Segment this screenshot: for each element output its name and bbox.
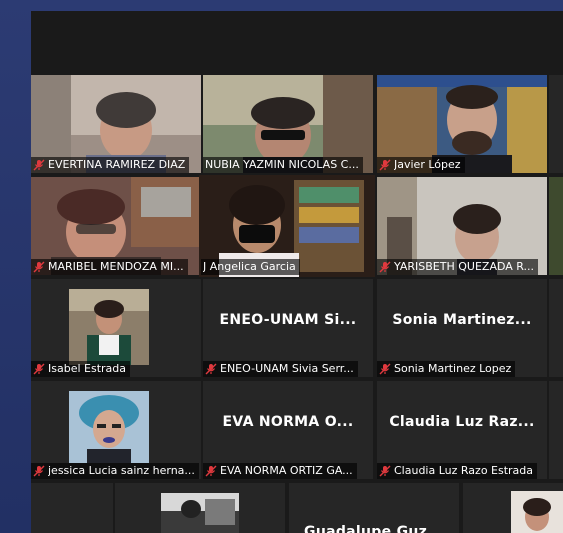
participant-nameplate: ENEO-UNAM Sivia Serr... — [203, 361, 358, 377]
muted-mic-icon — [33, 261, 45, 273]
profile-photo — [69, 391, 149, 463]
muted-mic-icon — [33, 363, 45, 375]
participant-tile[interactable]: EVERTINA RAMIREZ DIAZ — [31, 75, 201, 173]
participant-nameplate: Javier López — [377, 157, 465, 173]
profile-photo — [161, 493, 239, 533]
profile-photo — [511, 491, 563, 533]
desktop-background-top — [0, 0, 563, 11]
participant-nameplate: Claudia Luz Razo Estrada — [377, 463, 538, 479]
desktop-background-left — [0, 0, 31, 533]
muted-mic-icon — [379, 363, 391, 375]
participant-tile[interactable]: Guadalupe Guz... — [289, 483, 459, 533]
participant-tile[interactable]: Sonia Martinez... Sonia Martinez Lopez — [377, 279, 547, 377]
participant-name: Isabel Estrada — [48, 362, 126, 375]
muted-mic-icon — [379, 159, 391, 171]
participant-display-name: Guadalupe Guz... — [304, 524, 444, 533]
participant-tile[interactable]: EVA NORMA O... EVA NORMA ORTIZ GA... — [203, 381, 373, 479]
muted-mic-icon — [33, 465, 45, 477]
participant-display-name: Claudia Luz Raz... — [389, 414, 535, 430]
profile-photo — [69, 289, 149, 365]
partial-tile — [31, 483, 113, 533]
participant-tile[interactable]: jessica Lucia sainz herna... — [31, 381, 201, 479]
participant-tile[interactable]: YARISBETH QUEZADA R... — [377, 177, 547, 275]
top-bar — [31, 11, 563, 73]
muted-mic-icon — [205, 363, 217, 375]
participant-name: YARISBETH QUEZADA R... — [394, 260, 535, 273]
participant-tile[interactable]: ENEO-UNAM Si... ENEO-UNAM Sivia Serr... — [203, 279, 373, 377]
participant-tile[interactable]: NUBIA YAZMIN NICOLAS C... — [203, 75, 373, 173]
participant-name: Sonia Martinez Lopez — [394, 362, 512, 375]
participant-name: NUBIA YAZMIN NICOLAS C... — [205, 158, 359, 171]
participant-tile[interactable] — [115, 483, 285, 533]
partial-tile — [549, 75, 563, 173]
participant-nameplate: EVERTINA RAMIREZ DIAZ — [31, 157, 190, 173]
participant-nameplate: jessica Lucia sainz herna... — [31, 463, 199, 479]
partial-tile — [549, 381, 563, 479]
partial-tile — [549, 279, 563, 377]
participant-name: Claudia Luz Razo Estrada — [394, 464, 534, 477]
participant-tile[interactable]: Javier López — [377, 75, 547, 173]
participant-tile[interactable]: Claudia Luz Raz... Claudia Luz Razo Estr… — [377, 381, 547, 479]
muted-mic-icon — [379, 465, 391, 477]
participant-name: ENEO-UNAM Sivia Serr... — [220, 362, 354, 375]
participant-name: MARIBEL MENDOZA MI... — [48, 260, 184, 273]
participant-nameplate: Isabel Estrada — [31, 361, 130, 377]
participant-name: EVERTINA RAMIREZ DIAZ — [48, 158, 186, 171]
muted-mic-icon — [33, 159, 45, 171]
participant-nameplate: MARIBEL MENDOZA MI... — [31, 259, 188, 275]
participant-name: EVA NORMA ORTIZ GA... — [220, 464, 353, 477]
participant-name: J Angelica Garcia — [203, 260, 296, 273]
participant-display-name: ENEO-UNAM Si... — [219, 312, 357, 328]
participant-name: Javier López — [394, 158, 461, 171]
participant-tile[interactable]: Isabel Estrada — [31, 279, 201, 377]
participant-nameplate: EVA NORMA ORTIZ GA... — [203, 463, 357, 479]
participant-tile[interactable]: MARIBEL MENDOZA MI... — [31, 177, 201, 275]
participant-nameplate: J Angelica Garcia — [201, 259, 300, 275]
participant-tile[interactable] — [463, 483, 563, 533]
participant-display-name: EVA NORMA O... — [222, 414, 354, 430]
participant-nameplate: YARISBETH QUEZADA R... — [377, 259, 539, 275]
active-speaker-tile[interactable]: J Angelica Garcia — [199, 175, 375, 277]
video-gallery-window: EVERTINA RAMIREZ DIAZ NUBIA YAZMIN NICOL… — [31, 11, 563, 533]
muted-mic-icon — [379, 261, 391, 273]
participant-display-name: Sonia Martinez... — [392, 312, 532, 328]
partial-tile — [549, 177, 563, 275]
muted-mic-icon — [205, 465, 217, 477]
participant-nameplate: Sonia Martinez Lopez — [377, 361, 516, 377]
participant-name: jessica Lucia sainz herna... — [48, 464, 195, 477]
participant-nameplate: NUBIA YAZMIN NICOLAS C... — [203, 157, 363, 173]
